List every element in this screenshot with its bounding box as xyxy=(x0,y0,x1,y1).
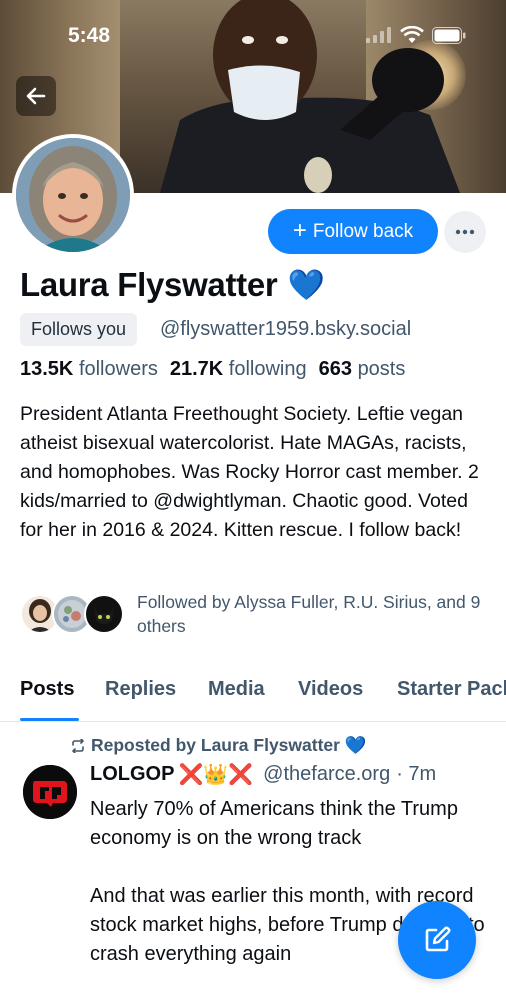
posts-count: 663 xyxy=(318,358,352,380)
tab-starter-packs[interactable]: Starter Packs xyxy=(397,678,506,701)
follow-back-label: Follow back xyxy=(312,220,414,242)
followers-stat[interactable]: 13.5K followers xyxy=(20,358,158,381)
tab-media[interactable]: Media xyxy=(208,678,265,701)
arrow-left-icon xyxy=(26,87,46,105)
compose-button[interactable] xyxy=(398,901,476,979)
back-button[interactable] xyxy=(16,76,56,116)
post-author-handle[interactable]: @thefarce.org xyxy=(263,763,390,786)
plus-icon: + xyxy=(292,216,307,244)
repost-icon xyxy=(72,738,84,753)
tab-posts[interactable]: Posts xyxy=(20,678,74,701)
avatar-portrait xyxy=(16,138,130,252)
post-author-name[interactable]: LOLGOP xyxy=(90,763,174,786)
tab-videos[interactable]: Videos xyxy=(298,678,363,701)
signal-icon xyxy=(366,27,391,43)
profile-tabs: Posts Replies Media Videos Starter Packs xyxy=(0,674,506,722)
profile-display-name: Laura Flyswatter 💙 xyxy=(20,266,325,304)
post-header: LOLGOP ❌👑❌ @thefarce.org · 7m xyxy=(90,762,436,787)
followers-label: followers xyxy=(78,358,158,380)
post-timestamp[interactable]: · 7m xyxy=(396,763,436,786)
followers-count: 13.5K xyxy=(20,358,74,380)
profile-avatar[interactable] xyxy=(12,134,134,256)
following-count: 21.7K xyxy=(169,358,224,380)
following-stat[interactable]: 21.7K following xyxy=(170,358,307,381)
wifi-icon xyxy=(400,26,424,43)
followed-by-text: Followed by Alyssa Fuller, R.U. Sirius, … xyxy=(137,592,481,636)
status-icons xyxy=(366,26,466,44)
follows-you-badge: Follows you xyxy=(20,313,138,346)
blue-heart-emoji: 💙 xyxy=(287,268,325,302)
status-bar: 5:48 xyxy=(0,0,506,70)
follower-avatar-3 xyxy=(84,594,124,634)
display-name-text: Laura Flyswatter xyxy=(20,266,278,303)
profile-handle[interactable]: @flyswatter1959.bsky.social xyxy=(160,318,411,341)
following-label: following xyxy=(228,358,307,380)
more-options-button[interactable] xyxy=(444,211,486,253)
repost-indicator[interactable]: Reposted by Laura Flyswatter 💙 xyxy=(70,735,367,756)
follow-back-button[interactable]: + Follow back xyxy=(268,209,438,254)
profile-stats: 13.5K followers 21.7K following 663 post… xyxy=(20,358,405,381)
followed-by-section[interactable]: Followed by Alyssa Fuller, R.U. Sirius, … xyxy=(20,590,490,640)
ellipsis-icon xyxy=(455,229,475,235)
repost-label: Reposted by Laura Flyswatter 💙 xyxy=(91,735,367,755)
post-author-avatar[interactable] xyxy=(23,765,77,819)
post-author-emojis: ❌👑❌ xyxy=(178,764,254,786)
lolgop-logo xyxy=(23,765,77,819)
tab-replies[interactable]: Replies xyxy=(105,678,176,701)
profile-bio: President Atlanta Freethought Society. L… xyxy=(20,403,479,541)
posts-label: posts xyxy=(357,358,406,380)
status-time: 5:48 xyxy=(68,24,111,47)
compose-icon xyxy=(425,926,451,952)
battery-icon xyxy=(432,26,466,44)
active-tab-indicator xyxy=(20,718,79,721)
followed-by-avatars xyxy=(20,594,124,634)
posts-stat: 663 posts xyxy=(319,358,406,381)
